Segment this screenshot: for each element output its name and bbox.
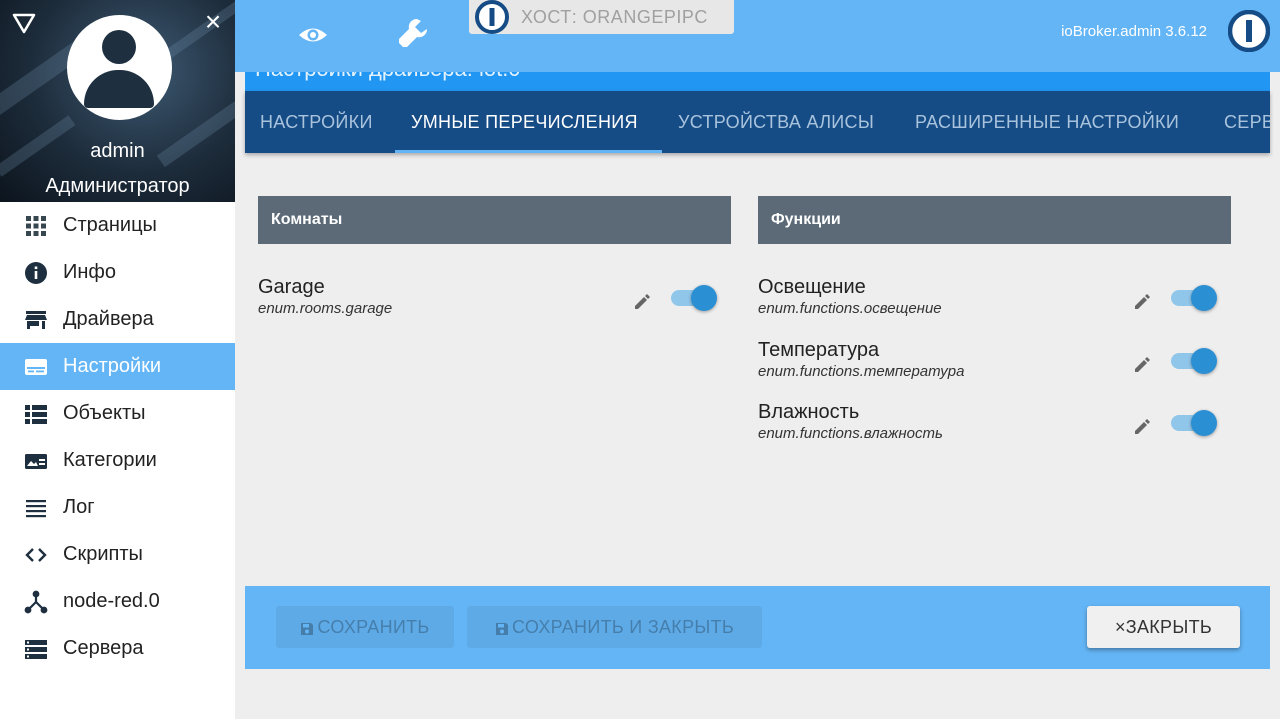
tab-servers[interactable]: СЕРВ	[1224, 91, 1270, 153]
edit-icon[interactable]	[1133, 418, 1151, 436]
settings-card-icon	[24, 355, 48, 379]
floppy-icon	[300, 620, 314, 635]
sidebar-item-settings[interactable]: Настройки	[0, 343, 235, 390]
enum-id: enum.functions.освещение	[758, 300, 942, 317]
sidebar-item-label: node-red.0	[63, 590, 160, 612]
enum-id: enum.functions.влажность	[758, 425, 943, 442]
save-and-close-label: СОХРАНИТЬ И ЗАКРЫТЬ	[511, 616, 735, 637]
close-button[interactable]: × ЗАКРЫТЬ	[1087, 606, 1240, 648]
sidebar-item-label: Лог	[63, 496, 95, 518]
menu-toggle-icon[interactable]	[12, 12, 36, 34]
rooms-header: Комнаты	[258, 196, 731, 244]
sidebar-item-label: Драйвера	[63, 308, 154, 330]
avatar	[67, 15, 172, 120]
sidebar-item-categories[interactable]: Категории	[0, 437, 235, 484]
sidebar-item-label: Страницы	[63, 214, 157, 236]
enabled-toggle[interactable]	[669, 282, 719, 312]
sidebar-item-label: Категории	[63, 449, 157, 471]
sidebar-item-label: Скрипты	[63, 543, 143, 565]
image-label-icon	[24, 449, 48, 473]
close-sidebar-button[interactable]: ×	[200, 8, 226, 36]
close-label: ЗАКРЫТЬ	[1125, 616, 1213, 637]
tab-settings[interactable]: НАСТРОЙКИ	[260, 91, 373, 153]
top-app-bar: ХОСТ: ORANGEPIPC ioBroker.admin 3.6.12	[235, 0, 1280, 72]
tab-smart-enums[interactable]: УМНЫЕ ПЕРЕЧИСЛЕНИЯ	[411, 91, 638, 153]
sidebar-item-label: Сервера	[63, 637, 144, 659]
tab-indicator	[395, 150, 662, 153]
sidebar-item-log[interactable]: Лог	[0, 484, 235, 531]
save-button[interactable]: СОХРАНИТЬ	[276, 606, 454, 648]
sidebar-item-servers[interactable]: Сервера	[0, 625, 235, 672]
tab-advanced-settings[interactable]: РАСШИРЕННЫЕ НАСТРОЙКИ	[915, 91, 1179, 153]
sidebar: × admin Администратор Страницы Инфо Драй…	[0, 0, 235, 719]
enum-name: Освещение	[758, 276, 866, 298]
enum-name: Garage	[258, 276, 325, 298]
enum-id: enum.rooms.garage	[258, 300, 393, 317]
eye-icon[interactable]	[296, 18, 330, 52]
close-icon: ×	[1114, 616, 1126, 637]
enum-name: Влажность	[758, 401, 860, 423]
sidebar-item-label: Инфо	[63, 261, 116, 283]
enum-id: enum.functions.температура	[758, 363, 965, 380]
grid-icon	[24, 214, 48, 238]
tab-alice-devices[interactable]: УСТРОЙСТВА АЛИСЫ	[678, 91, 874, 153]
host-label: ХОСТ: ORANGEPIPC	[521, 6, 708, 27]
enabled-toggle[interactable]	[1169, 345, 1219, 375]
sidebar-item-scripts[interactable]: Скрипты	[0, 531, 235, 578]
save-label: СОХРАНИТЬ	[317, 616, 430, 637]
edit-icon[interactable]	[1133, 356, 1151, 374]
user-name: admin	[90, 140, 145, 162]
enabled-toggle[interactable]	[1169, 282, 1219, 312]
sidebar-item-info[interactable]: Инфо	[0, 249, 235, 296]
tab-bar: НАСТРОЙКИ УМНЫЕ ПЕРЕЧИСЛЕНИЯ УСТРОЙСТВА …	[245, 91, 1270, 153]
host-selector[interactable]: ХОСТ: ORANGEPIPC	[469, 0, 734, 34]
sidebar-item-objects[interactable]: Объекты	[0, 390, 235, 437]
user-role: Администратор	[45, 175, 190, 197]
code-icon	[24, 543, 48, 567]
info-icon	[24, 261, 48, 285]
storage-icon	[24, 637, 48, 661]
save-and-close-button[interactable]: СОХРАНИТЬ И ЗАКРЫТЬ	[467, 606, 762, 648]
sidebar-item-label: Объекты	[63, 402, 146, 424]
functions-header: Функции	[758, 196, 1231, 244]
list-view-icon	[24, 402, 48, 426]
sidebar-item-node-red[interactable]: node-red.0	[0, 578, 235, 625]
sidebar-item-pages[interactable]: Страницы	[0, 202, 235, 249]
enum-name: Температура	[758, 339, 880, 361]
wrench-icon[interactable]	[395, 15, 431, 51]
version-label: ioBroker.admin 3.6.12	[1061, 23, 1207, 40]
sidebar-item-drivers[interactable]: Драйвера	[0, 296, 235, 343]
iobroker-logo-icon	[475, 0, 509, 34]
iobroker-logo-icon[interactable]	[1227, 9, 1271, 53]
lines-icon	[24, 496, 48, 520]
floppy-icon	[495, 620, 509, 635]
edit-icon[interactable]	[1133, 293, 1151, 311]
node-red-icon	[24, 590, 48, 614]
enabled-toggle[interactable]	[1169, 407, 1219, 437]
edit-icon[interactable]	[633, 293, 651, 311]
dialog-actions: СОХРАНИТЬ СОХРАНИТЬ И ЗАКРЫТЬ × ЗАКРЫТЬ	[245, 586, 1270, 669]
user-profile-card: × admin Администратор	[0, 0, 235, 202]
sidebar-item-label: Настройки	[63, 355, 162, 377]
store-icon	[24, 308, 48, 332]
